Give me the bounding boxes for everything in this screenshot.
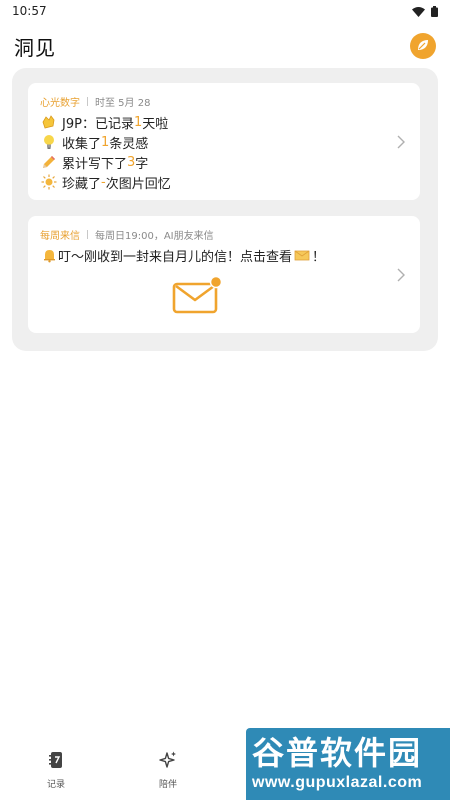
insight-panel: 心光数字 时至 5月 28 J9P：已记录 1 天啦 收集了 1 条灵感 累计写下了 3 字 [12,68,438,351]
card-header: 心光数字 时至 5月 28 [40,94,150,109]
envelope-emoji-icon [293,246,311,264]
card-meta: 时至 5月 28 [95,98,151,109]
tab-label: 陪伴 [158,780,177,790]
leaf-icon [416,37,430,56]
stats-card[interactable]: 心光数字 时至 5月 28 J9P：已记录 1 天啦 收集了 1 条灵感 累计写下了 3 字 [28,83,420,200]
divider [87,97,88,106]
status-time: 10:57 [12,4,47,18]
battery-icon [431,2,438,21]
notebook-icon [46,750,66,774]
tab-companion[interactable]: 陪伴 [112,744,224,790]
card-tag: 心光数字 [40,98,80,109]
watermark-main: 谷普软件园 [252,735,423,771]
page-title: 洞见 [14,35,56,60]
app-header: 洞见 [0,28,450,64]
stat-number: 1 [133,114,143,130]
stat-text: 次图片回忆 [105,176,171,192]
chevron-right-icon[interactable] [396,134,406,150]
stat-text: 珍藏了 [62,176,102,192]
stat-text: 收集了 [62,136,102,152]
stat-text: 字 [135,156,149,172]
stat-line-words: 累计写下了 3 字 [40,153,149,172]
letter-message: 叮～刚收到一封来自月儿的信！点击查看 ！ [40,246,326,265]
bell-icon [40,246,58,264]
chevron-right-icon[interactable] [396,267,406,283]
sparkle-icon [158,750,178,774]
status-icons [412,2,438,21]
message-text-end: ！ [312,249,326,265]
tab-label: 记录 [46,780,65,790]
message-text: 叮～刚收到一封来自月儿的信！点击查看 [58,249,293,265]
light-bulb-icon [40,133,58,151]
tab-record[interactable]: 记录 [0,744,112,790]
stat-line-photos: 珍藏了 - 次图片回忆 [40,173,171,192]
stat-line-days: J9P：已记录 1 天啦 [40,113,169,132]
stat-text: J9P：已记录 [62,116,134,132]
stat-text: 天啦 [142,116,169,132]
unread-dot [209,275,223,289]
card-meta: 每周日19:00，AI朋友来信 [95,231,214,242]
leaf-button[interactable] [410,33,436,59]
stat-number: 3 [127,154,136,170]
stat-text: 条灵感 [109,136,149,152]
pencil-icon [40,153,58,171]
weekly-letter-card[interactable]: 每周来信 每周日19:00，AI朋友来信 叮～刚收到一封来自月儿的信！点击查看 … [28,216,420,333]
card-header: 每周来信 每周日19:00，AI朋友来信 [40,227,214,242]
wifi-icon [412,2,425,21]
stat-text: 累计写下了 [62,156,128,172]
envelope-icon[interactable] [172,275,224,316]
watermark-url: www.gupuxlazal.com [252,774,423,791]
divider [87,230,88,239]
stat-number: 1 [101,134,110,150]
watermark-logo: 谷普软件园 www.gupuxlazal.com [246,728,450,800]
sun-icon [40,173,58,191]
clap-hands-icon [40,113,58,131]
card-tag: 每周来信 [40,231,80,242]
status-bar: 10:57 [0,0,450,22]
stat-line-ideas: 收集了 1 条灵感 [40,133,149,152]
